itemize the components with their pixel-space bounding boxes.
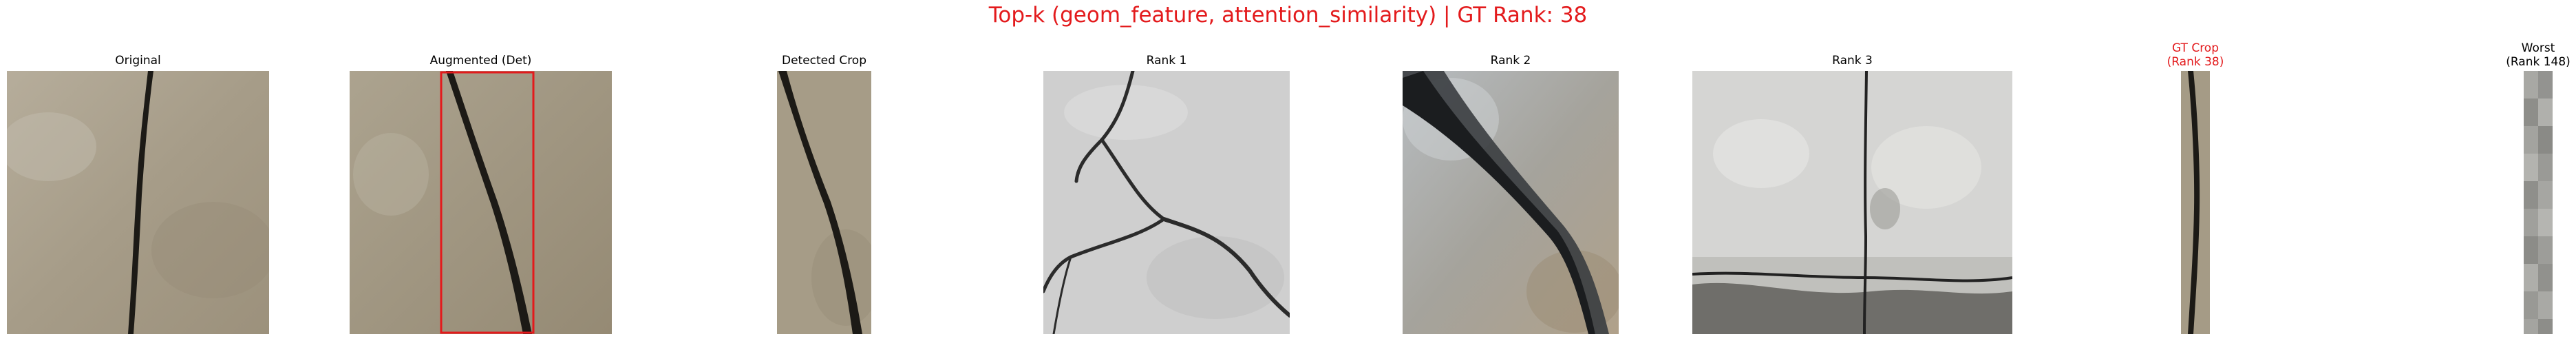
panel-title: GT Crop (Rank 38) [2112, 41, 2279, 69]
panel-title: Rank 3 [1832, 54, 1873, 68]
concrete-crack-image [7, 71, 269, 334]
concrete-crack-image-with-detection-box [350, 71, 612, 334]
white-paint-crack-image [1692, 71, 2012, 334]
panel-title: Worst (Rank 148) [2455, 41, 2576, 69]
panel-title: Rank 1 [1146, 54, 1187, 68]
panel-title-line: GT Crop [2171, 41, 2220, 55]
narrow-crack-strip-image [2181, 71, 2210, 334]
white-wall-crack-image [1043, 71, 1290, 334]
cropped-crack-image [777, 71, 871, 334]
panel-title: Augmented (Det) [429, 54, 532, 68]
gray-blocky-strip-image [2524, 71, 2553, 334]
panel-title-line: (Rank 148) [2506, 55, 2570, 69]
panel-title-line: (Rank 38) [2167, 55, 2224, 69]
figure-title: Top-k (geom_feature, attention_similarit… [988, 3, 1588, 28]
panel-title-line: Worst [2521, 41, 2555, 55]
panel-title: Detected Crop [781, 54, 867, 68]
stone-crack-image [1403, 71, 1619, 334]
